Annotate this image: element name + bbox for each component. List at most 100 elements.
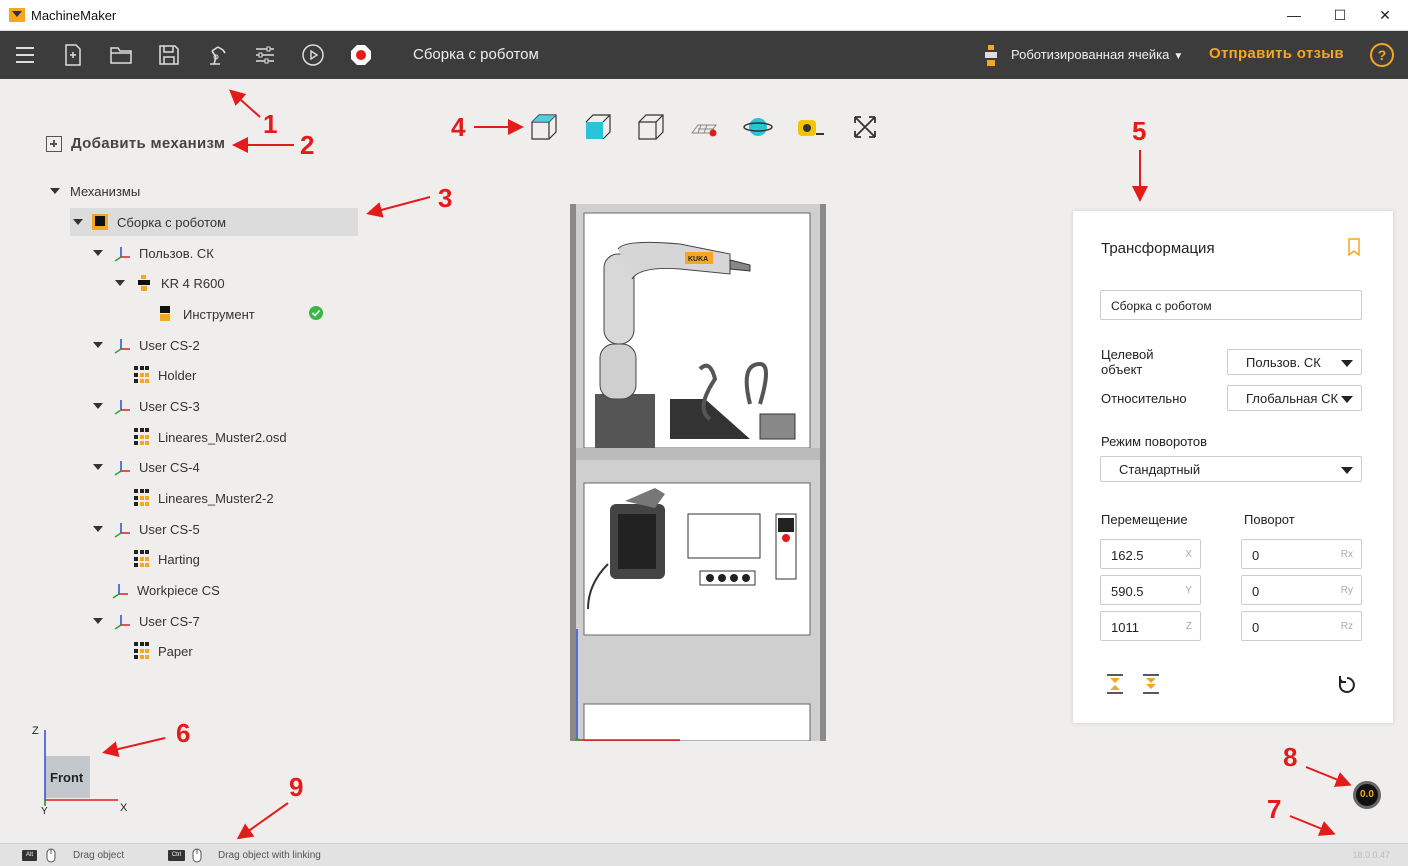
tree-item-user-cs-7[interactable]: User CS-7 [93, 607, 200, 635]
robot-arm-icon[interactable] [205, 43, 229, 67]
open-folder-icon[interactable] [109, 43, 133, 67]
settings-sliders-icon[interactable] [253, 43, 277, 67]
coordinate-system-icon [113, 397, 131, 415]
tree-item-user-cs-2[interactable]: User CS-2 [93, 331, 200, 359]
expand-triangle-icon[interactable] [93, 464, 103, 470]
target-object-label: Целевой объект [1101, 347, 1154, 377]
expand-triangle-icon[interactable] [73, 219, 83, 225]
orbit-icon[interactable] [743, 112, 773, 142]
annotation-2: 2 [300, 130, 315, 160]
tree-item-user-cs-3[interactable]: User CS-3 [93, 392, 200, 420]
expand-triangle-icon[interactable] [93, 526, 103, 532]
tree-item-label: User CS-7 [139, 613, 200, 629]
new-file-icon[interactable] [61, 43, 85, 67]
tree-item-robot[interactable]: KR 4 R600 [115, 269, 225, 297]
name-field[interactable]: Сборка с роботом [1100, 290, 1362, 320]
expand-triangle-icon[interactable] [115, 280, 125, 286]
record-icon[interactable] [349, 43, 373, 67]
coordinate-system-icon [113, 458, 131, 476]
transform-panel: Трансформация Сборка с роботом Целевой о… [1073, 211, 1393, 723]
fps-gauge-icon[interactable]: 0.0 [1353, 781, 1381, 809]
pos-z-field[interactable]: 1011 Z [1100, 611, 1201, 641]
tree-item-label: Holder [158, 367, 197, 383]
rotation-label: Поворот [1244, 512, 1295, 527]
tree-item-workpiece-cs[interactable]: Workpiece CS [111, 576, 220, 604]
pos-x-field[interactable]: 162.5 X [1100, 539, 1201, 569]
coordinate-system-icon [113, 244, 131, 262]
expand-triangle-icon[interactable] [93, 250, 103, 256]
tree-item-user-cs-4[interactable]: User CS-4 [93, 453, 200, 481]
menu-icon[interactable] [13, 43, 37, 67]
tree-item-paper[interactable]: Paper [134, 637, 193, 665]
part-icon [134, 642, 150, 660]
rot-y-field[interactable]: 0 Ry [1241, 575, 1362, 605]
orientation-cube[interactable]: Front Z X Y [28, 720, 138, 815]
save-icon[interactable] [157, 43, 181, 67]
axis-x-tag: X [1185, 549, 1192, 560]
machine-3d-view[interactable]: KUKA [570, 204, 826, 741]
robot-cell-icon [985, 45, 997, 66]
axis-x-label: X [120, 802, 128, 814]
snap-to-bottom-icon[interactable] [1142, 674, 1160, 694]
annotation-3: 3 [438, 183, 453, 213]
rot-x-field[interactable]: 0 Rx [1241, 539, 1362, 569]
snap-to-center-icon[interactable] [1106, 674, 1124, 694]
tree-item-tool[interactable]: Инструмент [157, 300, 323, 328]
expand-triangle-icon[interactable] [50, 188, 60, 194]
close-button[interactable]: ✕ [1371, 4, 1399, 26]
rot-z-field[interactable]: 0 Rz [1241, 611, 1362, 641]
cell-selector[interactable]: Роботизированная ячейка ▼ [1011, 47, 1183, 62]
expand-triangle-icon[interactable] [93, 618, 103, 624]
help-icon[interactable]: ? [1370, 43, 1394, 67]
tree-item-label: Пользов. СК [139, 245, 214, 261]
tree-item-lineares-2[interactable]: Lineares_Muster2-2 [134, 484, 274, 512]
robot-brand-label: KUKA [688, 256, 708, 263]
pos-x-value: 162.5 [1111, 548, 1144, 563]
play-icon[interactable] [301, 43, 325, 67]
expand-triangle-icon[interactable] [93, 403, 103, 409]
view-iso-cube-icon[interactable] [529, 112, 559, 142]
expand-triangle-icon[interactable] [93, 342, 103, 348]
part-icon [134, 366, 150, 384]
part-icon [134, 489, 150, 507]
tree-item-label: KR 4 R600 [161, 275, 225, 291]
app-title: MachineMaker [31, 8, 117, 23]
rotation-mode-select[interactable]: Стандартный [1100, 456, 1362, 482]
tree-item-holder[interactable]: Holder [134, 361, 196, 389]
target-object-select[interactable]: Пользов. СК [1227, 349, 1362, 375]
plus-box-icon [46, 135, 62, 152]
pos-z-value: 1011 [1111, 620, 1139, 635]
relative-select[interactable]: Глобальная СК [1227, 385, 1362, 411]
fit-view-icon[interactable] [850, 112, 880, 142]
alt-key-icon: Alt [22, 850, 37, 861]
coordinate-system-icon [111, 581, 129, 599]
rotation-mode-label: Режим поворотов [1101, 434, 1208, 449]
tree-item-assembly[interactable]: Сборка с роботом [70, 208, 358, 236]
tree-item-harting[interactable]: Harting [134, 545, 200, 573]
tree-item-label: User CS-5 [139, 521, 200, 537]
pos-y-field[interactable]: 590.5 Y [1100, 575, 1201, 605]
view-front-cube-icon[interactable] [583, 112, 613, 142]
tree-item-label: Lineares_Muster2.osd [158, 429, 287, 445]
minimize-button[interactable]: — [1280, 4, 1308, 26]
tree-item-user-cs[interactable]: Пользов. СК [93, 239, 214, 267]
send-feedback-link[interactable]: Отправить отзыв [1209, 45, 1344, 62]
mouse-icon [46, 848, 56, 863]
measure-tape-icon[interactable] [796, 112, 826, 142]
dropdown-arrow-icon [1341, 467, 1353, 474]
translation-label: Перемещение [1101, 512, 1188, 527]
view-wire-cube-icon[interactable] [636, 112, 666, 142]
reset-icon[interactable] [1337, 675, 1357, 695]
annotation-8: 8 [1283, 742, 1298, 772]
maximize-button[interactable]: ☐ [1326, 4, 1354, 26]
tree-item-label: User CS-2 [139, 337, 200, 353]
tree-item-label: User CS-3 [139, 398, 200, 414]
add-mechanism-button[interactable]: Добавить механизм [46, 135, 225, 152]
floor-grid-icon[interactable] [690, 112, 720, 142]
coordinate-system-icon [113, 612, 131, 630]
tree-root[interactable]: Механизмы [50, 177, 140, 205]
tree-item-lineares-1[interactable]: Lineares_Muster2.osd [134, 423, 287, 451]
tree-item-user-cs-5[interactable]: User CS-5 [93, 515, 200, 543]
robot-icon [135, 274, 153, 292]
bookmark-icon[interactable] [1347, 238, 1361, 256]
